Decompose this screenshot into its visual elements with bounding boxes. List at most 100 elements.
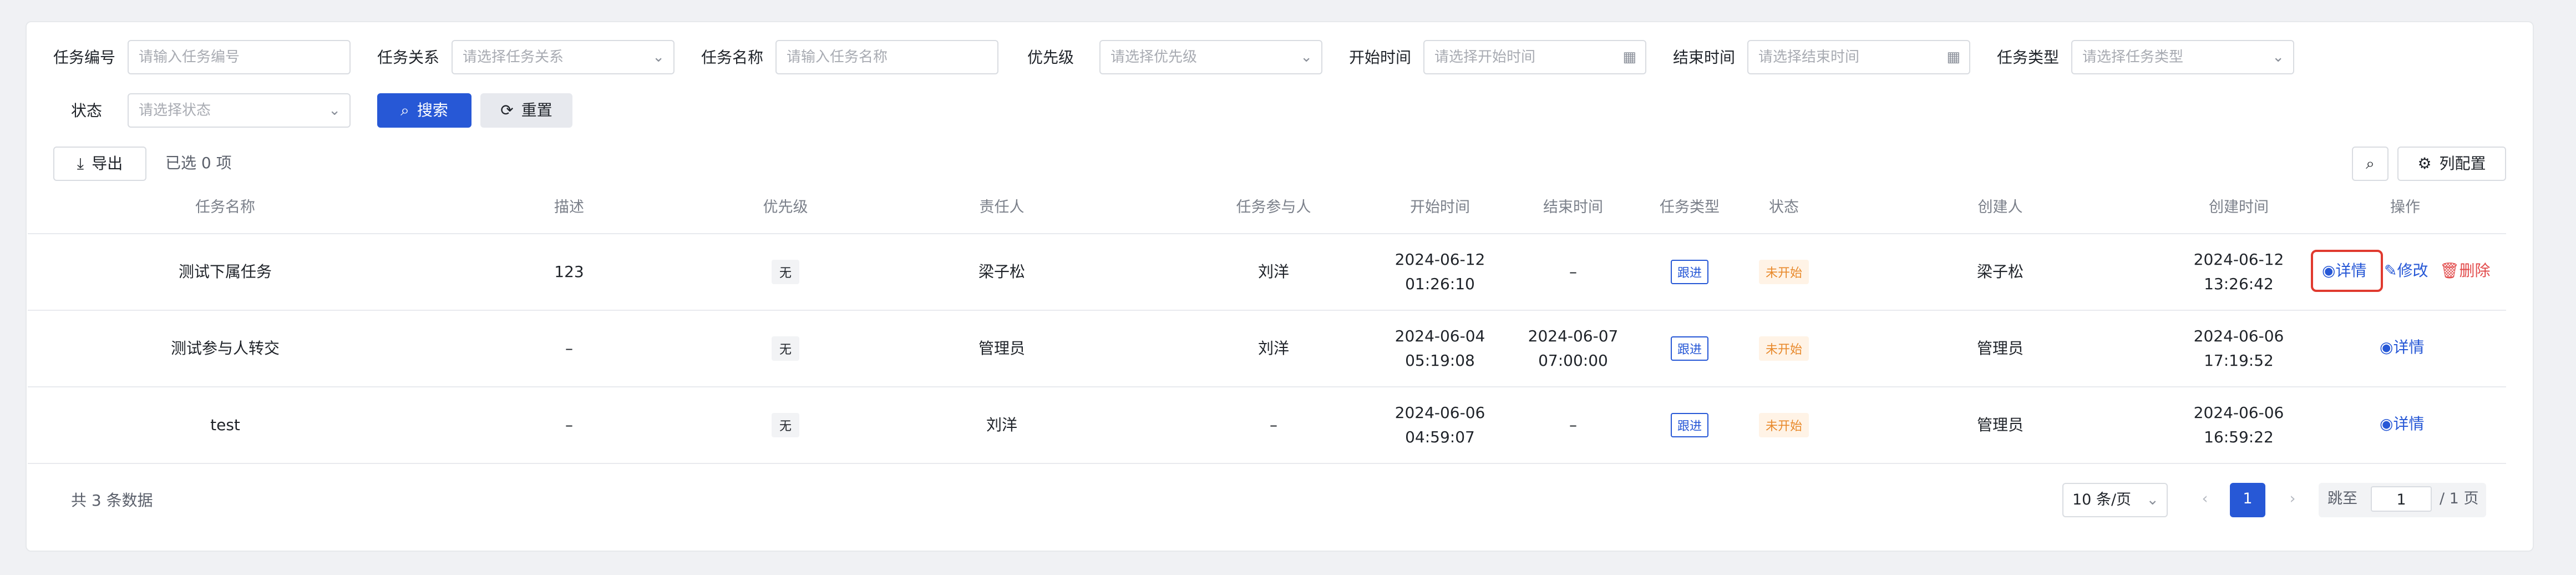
end-time-placeholder: 请选择结束时间	[1758, 49, 1860, 65]
cell-end-clock: 07:00:00	[1538, 351, 1608, 370]
detail-label: 详情	[2393, 415, 2425, 433]
task-relation-placeholder: 请选择任务关系	[463, 49, 564, 65]
priority-placeholder: 请选择优先级	[1110, 49, 1198, 65]
start-time-picker[interactable]: 请选择开始时间 ▦	[1423, 40, 1646, 74]
calendar-icon: ▦	[1622, 49, 1636, 65]
eye-icon: ◉	[2380, 415, 2394, 433]
cell-owner: 梁子松	[978, 263, 1026, 281]
cell-creator: 管理员	[1976, 416, 2024, 434]
cell-owner: 管理员	[978, 339, 1026, 357]
delete-button[interactable]: 🗑删除	[2440, 260, 2491, 282]
search-icon: ⌕	[400, 101, 409, 119]
column-header-status: 状态	[1769, 199, 1799, 216]
priority-tag: 无	[771, 260, 800, 284]
filter-label-task-name: 任务名称	[701, 48, 764, 67]
edit-label: 修改	[2397, 261, 2428, 280]
pencil-icon: ✎	[2384, 261, 2397, 280]
detail-button[interactable]: ◉详情	[2380, 413, 2424, 435]
cell-participant: –	[1270, 416, 1277, 434]
prev-page-button[interactable]: ‹	[2191, 483, 2219, 517]
task-type-select[interactable]: 请选择任务类型 ⌄	[2071, 40, 2294, 74]
task-type-tag: 跟进	[1670, 260, 1709, 284]
column-header-owner: 责任人	[979, 199, 1025, 216]
cell-participant: 刘洋	[1257, 263, 1290, 281]
column-header-created-time: 创建时间	[2209, 199, 2269, 216]
priority-select[interactable]: 请选择优先级 ⌄	[1099, 40, 1322, 74]
column-header-creator: 创建人	[1977, 199, 2023, 216]
cell-description: 123	[554, 263, 584, 281]
task-type-tag: 跟进	[1670, 336, 1709, 361]
chevron-down-icon: ⌄	[328, 102, 341, 119]
detail-label: 详情	[2393, 338, 2425, 356]
column-config-button[interactable]: ⚙ 列配置	[2397, 147, 2506, 181]
row-divider	[28, 463, 2506, 464]
page-number-current[interactable]: 1	[2230, 483, 2265, 517]
column-config-label: 列配置	[2439, 154, 2486, 173]
cell-start-clock: 01:26:10	[1405, 275, 1475, 293]
cell-created-date: 2024-06-06	[2193, 327, 2284, 345]
filter-label-end-time: 结束时间	[1673, 48, 1736, 67]
chevron-down-icon: ⌄	[2272, 49, 2284, 65]
refresh-icon: ⟳	[500, 101, 514, 119]
chevron-down-icon: ⌄	[652, 49, 665, 65]
filter-label-status: 状态	[71, 102, 103, 120]
filter-label-task-relation: 任务关系	[377, 48, 440, 67]
trash-icon: 🗑	[2440, 261, 2460, 280]
cell-created-clock: 13:26:42	[2204, 275, 2274, 293]
jump-label: 跳至	[2327, 490, 2357, 507]
status-select[interactable]: 请选择状态 ⌄	[128, 93, 351, 128]
cell-creator: 管理员	[1976, 339, 2024, 357]
column-header-task-type: 任务类型	[1660, 199, 1720, 216]
cell-task-name: 测试参与人转交	[170, 339, 280, 357]
column-header-start-time: 开始时间	[1410, 199, 1470, 216]
cell-description: –	[565, 416, 573, 434]
cell-start-clock: 04:59:07	[1405, 428, 1475, 446]
chevron-down-icon: ⌄	[1300, 49, 1312, 65]
task-type-placeholder: 请选择任务类型	[2082, 49, 2184, 65]
status-badge: 未开始	[1758, 260, 1809, 284]
column-header-priority: 优先级	[763, 199, 808, 216]
priority-tag: 无	[771, 413, 800, 437]
column-header-description: 描述	[554, 199, 584, 216]
cell-start-date: 2024-06-12	[1395, 250, 1485, 269]
filter-label-start-time: 开始时间	[1349, 48, 1412, 67]
column-header-task-name: 任务名称	[195, 199, 255, 216]
task-no-placeholder: 请输入任务编号	[139, 49, 240, 65]
cell-created-date: 2024-06-06	[2193, 403, 2284, 422]
cell-end-time: –	[1569, 416, 1577, 434]
status-badge: 未开始	[1758, 413, 1809, 437]
filter-label-task-no: 任务编号	[53, 48, 116, 67]
task-name-input[interactable]: 请输入任务名称	[775, 40, 998, 74]
priority-tag: 无	[771, 336, 800, 361]
gear-icon: ⚙	[2417, 154, 2432, 173]
chevron-down-icon: ⌄	[2146, 491, 2159, 508]
page-size-select[interactable]: 10 条/页 ⌄	[2062, 483, 2168, 517]
edit-button[interactable]: ✎修改	[2384, 260, 2428, 282]
selected-count: 已选 0 项	[165, 154, 232, 172]
jump-page-input[interactable]: 1	[2371, 486, 2432, 512]
reset-button[interactable]: ⟳ 重置	[480, 93, 572, 128]
export-button-label: 导出	[92, 154, 123, 173]
export-button[interactable]: ⤓ 导出	[53, 147, 146, 181]
search-icon: ⌕	[2366, 154, 2375, 173]
end-time-picker[interactable]: 请选择结束时间 ▦	[1747, 40, 1970, 74]
task-no-input[interactable]: 请输入任务编号	[128, 40, 351, 74]
column-header-end-time: 结束时间	[1543, 199, 1603, 216]
table-search-button[interactable]: ⌕	[2352, 147, 2389, 181]
page-size-value: 10 条/页	[2072, 491, 2132, 508]
cell-description: –	[565, 339, 573, 357]
calendar-icon: ▦	[1946, 49, 1960, 65]
search-button-label: 搜索	[417, 101, 448, 119]
cell-task-name: test	[210, 416, 240, 434]
next-page-button[interactable]: ›	[2279, 483, 2306, 517]
cell-participant: 刘洋	[1257, 339, 1290, 357]
task-relation-select[interactable]: 请选择任务关系 ⌄	[452, 40, 675, 74]
search-button[interactable]: ⌕ 搜索	[377, 93, 471, 128]
reset-button-label: 重置	[521, 101, 552, 119]
row-divider	[28, 386, 2506, 387]
row-divider	[28, 310, 2506, 311]
download-icon: ⤓	[77, 154, 84, 173]
cell-created-clock: 16:59:22	[2204, 428, 2274, 446]
detail-button[interactable]: ◉详情	[2380, 336, 2424, 359]
task-type-tag: 跟进	[1670, 413, 1709, 437]
